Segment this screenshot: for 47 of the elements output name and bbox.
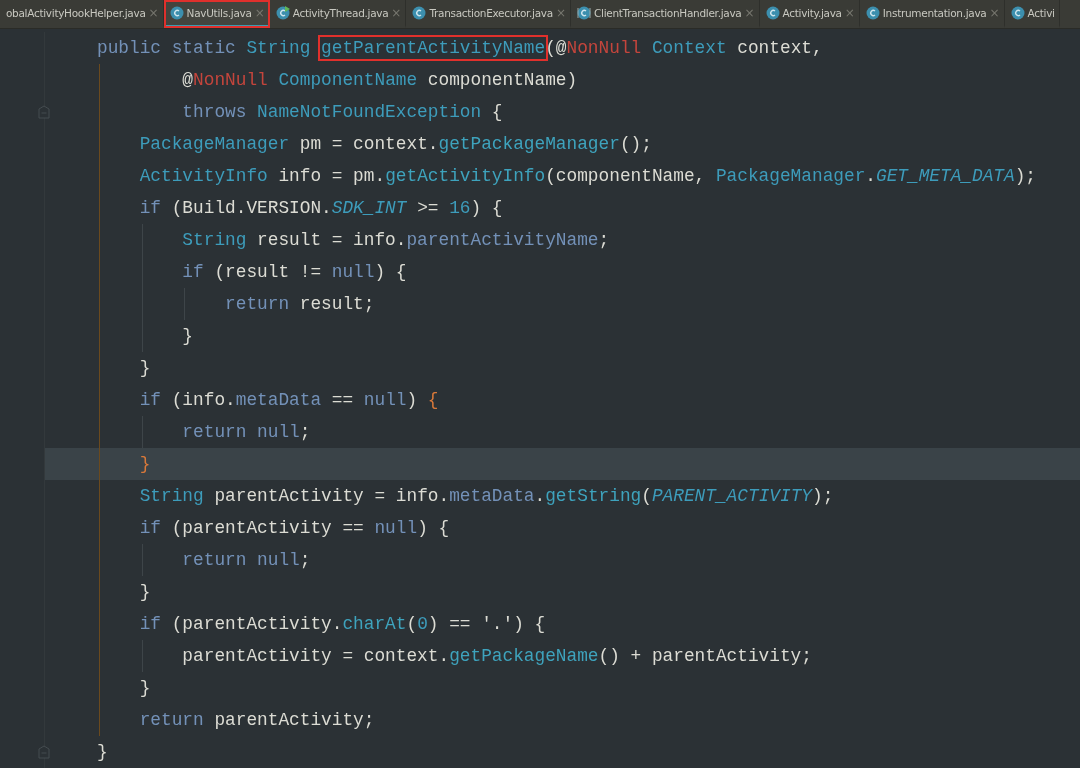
code-line: public static String getParentActivityName(@NonNull Context context,: [45, 32, 1080, 64]
code-line: }: [45, 352, 1080, 384]
fold-icon[interactable]: [38, 105, 50, 119]
file-tab[interactable]: Activity.java ×: [759, 0, 860, 28]
code-line: String parentActivity = info.metaData.getString(PARENT_ACTIVITY);: [45, 480, 1080, 512]
file-tab[interactable]: NavUtils.java ×: [163, 0, 270, 28]
class-icon: [412, 5, 427, 20]
tab-label: Instrumentation.java: [882, 6, 987, 19]
code-line: @NonNull ComponentName componentName): [45, 64, 1080, 96]
code-line: String result = info.parentActivityName;: [45, 224, 1080, 256]
code-line: parentActivity = context.getPackageName() + parentActivity;: [45, 640, 1080, 672]
file-tab[interactable]: obalActivityHookHelper.java ×: [0, 0, 164, 28]
class-icon: [169, 5, 184, 20]
code-line: ActivityInfo info = pm.getActivityInfo(componentName, PackageManager.GET_META_DATA);: [45, 160, 1080, 192]
code-line: if (Build.VERSION.SDK_INT >= 16) {: [45, 192, 1080, 224]
class-icon: [1010, 5, 1025, 20]
code-line: }: [45, 576, 1080, 608]
code-line: return result;: [45, 288, 1080, 320]
class-icon: [577, 5, 591, 20]
fold-icon[interactable]: [38, 745, 50, 759]
file-tab[interactable]: Instrumentation.java ×: [859, 0, 1005, 28]
code-line: if (parentActivity.charAt(0) == '.') {: [45, 608, 1080, 640]
code-line: return parentActivity;: [45, 704, 1080, 736]
file-tab[interactable]: Activi: [1004, 0, 1060, 28]
file-tab[interactable]: TransactionExecutor.java ×: [406, 0, 571, 28]
class-icon: [765, 5, 780, 20]
file-tab[interactable]: ActivityThread.java ×: [269, 0, 407, 28]
code-line: }: [45, 672, 1080, 704]
file-tab[interactable]: ClientTransactionHandler.java ×: [571, 0, 760, 28]
code-line: if (parentActivity == null) {: [45, 512, 1080, 544]
code-line: if (result != null) {: [45, 256, 1080, 288]
code-line: throws NameNotFoundException {: [45, 96, 1080, 128]
tab-label: TransactionExecutor.java: [429, 6, 553, 19]
tab-label: Activity.java: [782, 6, 842, 19]
class-icon: [865, 5, 880, 20]
code-line: PackageManager pm = context.getPackageManager();: [45, 128, 1080, 160]
code-line: }: [45, 320, 1080, 352]
tab-label: ClientTransactionHandler.java: [594, 6, 742, 19]
tab-label: NavUtils.java: [186, 6, 252, 19]
code-line: }: [96, 741, 109, 764]
code-line: return null;: [45, 544, 1080, 576]
tab-label: obalActivityHookHelper.java: [6, 6, 146, 19]
tab-label: Activi: [1027, 6, 1055, 19]
code-line: return null;: [45, 416, 1080, 448]
tab-label: ActivityThread.java: [292, 6, 389, 19]
class-icon: [275, 5, 290, 20]
code-line: if (info.metaData == null) {: [45, 384, 1080, 416]
